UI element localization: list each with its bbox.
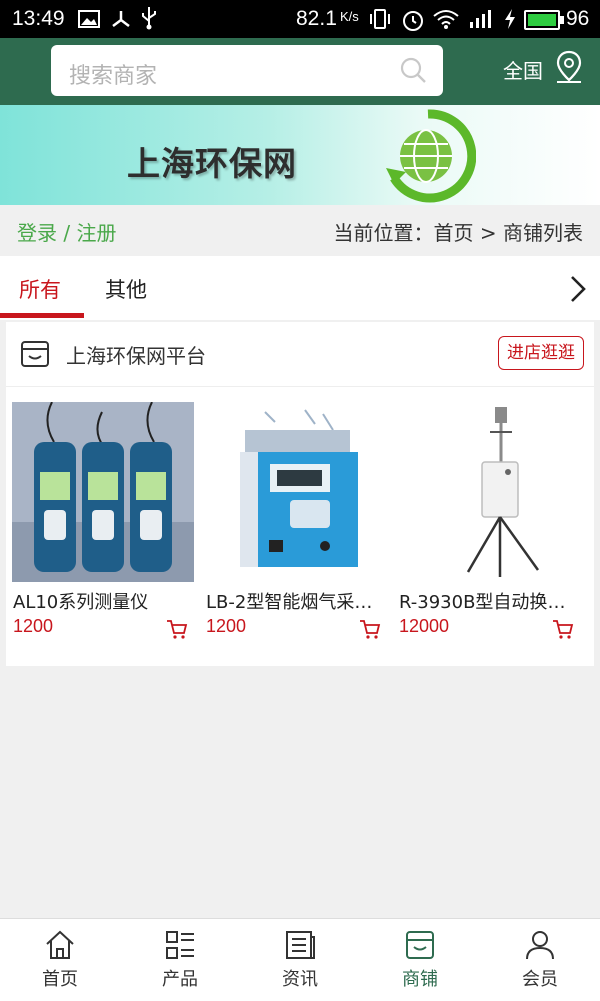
product-name[interactable]: R-3930B型自动换膜粉尘仪 — [399, 588, 579, 614]
charging-icon — [505, 9, 515, 29]
user-icon — [526, 931, 554, 960]
shop-name[interactable]: 上海环保网平台 — [66, 340, 206, 369]
nav-item-member[interactable]: 会员 — [480, 919, 600, 1001]
active-tab-indicator — [0, 313, 84, 318]
usb-icon — [142, 7, 156, 30]
nav-item-news[interactable]: 资讯 — [240, 919, 360, 1001]
shop-header: 上海环保网平台 进店逛逛 — [6, 322, 594, 387]
product-image[interactable] — [12, 402, 194, 582]
product-card[interactable]: AL10系列测量仪 1200 — [12, 402, 194, 664]
site-banner: 上海环保网 — [0, 105, 600, 205]
home-icon — [46, 930, 74, 959]
product-image[interactable] — [205, 402, 387, 582]
nav-label: 产品 — [162, 969, 198, 990]
wifi-icon — [433, 10, 459, 29]
enter-shop-button[interactable]: 进店逛逛 — [498, 336, 584, 370]
bottom-nav: 首页 产品 资讯 商铺 会员 — [0, 918, 600, 1001]
product-price: 1200 — [206, 616, 247, 636]
shop-icon — [406, 931, 434, 959]
status-bar: 13:49 82.1 K/s 96 — [0, 0, 600, 38]
product-name[interactable]: AL10系列测量仪 — [13, 588, 193, 614]
banner-title: 上海环保网 — [127, 144, 297, 183]
product-image[interactable] — [398, 402, 580, 582]
globe-recycle-logo-icon — [386, 109, 476, 203]
image-notification-icon — [78, 10, 100, 28]
product-name[interactable]: LB-2型智能烟气采样器 — [206, 588, 386, 614]
product-price: 1200 — [13, 616, 54, 636]
tab-other[interactable]: 其他 — [105, 274, 147, 304]
product-price: 12000 — [399, 616, 450, 636]
search-icon[interactable] — [399, 56, 427, 84]
search-placeholder: 搜索商家 — [69, 64, 158, 89]
vibrate-icon — [370, 9, 390, 29]
net-speed: 82.1 — [296, 7, 337, 30]
battery-icon — [524, 10, 564, 30]
chevron-right-icon[interactable] — [568, 274, 588, 304]
breadcrumb-bar: 登录 / 注册 当前位置：首页 > 商铺列表 — [0, 205, 600, 255]
status-time: 13:49 — [12, 7, 65, 30]
cart-icon[interactable] — [166, 618, 188, 640]
product-card[interactable]: R-3930B型自动换膜粉尘仪 12000 — [398, 402, 580, 664]
category-tabs: 所有 其他 — [0, 256, 600, 320]
store-icon — [21, 341, 49, 367]
product-card[interactable]: LB-2型智能烟气采样器 1200 — [205, 402, 387, 664]
cart-icon[interactable] — [359, 618, 381, 640]
nav-item-shops[interactable]: 商铺 — [360, 919, 480, 1001]
nav-label: 商铺 — [402, 969, 438, 990]
cart-icon[interactable] — [552, 618, 574, 640]
tab-all[interactable]: 所有 — [19, 274, 61, 304]
location-pin-icon[interactable] — [555, 50, 583, 84]
battery-level: 96 — [566, 7, 590, 30]
search-input[interactable]: 搜索商家 — [51, 45, 443, 96]
net-unit: K/s — [340, 9, 359, 24]
signal-4g-icon — [470, 10, 491, 28]
region-selector[interactable]: 全国 — [503, 55, 543, 84]
app-header: 搜索商家 全国 — [0, 38, 600, 105]
nav-label: 会员 — [522, 969, 558, 990]
nav-item-home[interactable]: 首页 — [0, 919, 120, 1001]
nav-label: 首页 — [42, 969, 78, 990]
alarm-icon — [403, 11, 423, 31]
breadcrumb: 当前位置：首页 > 商铺列表 — [333, 221, 583, 245]
nav-item-products[interactable]: 产品 — [120, 919, 240, 1001]
product-grid-icon — [166, 931, 194, 959]
shop-card: 上海环保网平台 进店逛逛 AL10系列测量仪 1200 LB-2型智能烟气采样器… — [6, 322, 594, 666]
usb-network-icon — [112, 11, 130, 27]
news-icon — [286, 931, 315, 959]
login-register-link[interactable]: 登录 / 注册 — [17, 217, 116, 246]
nav-label: 资讯 — [282, 969, 318, 990]
